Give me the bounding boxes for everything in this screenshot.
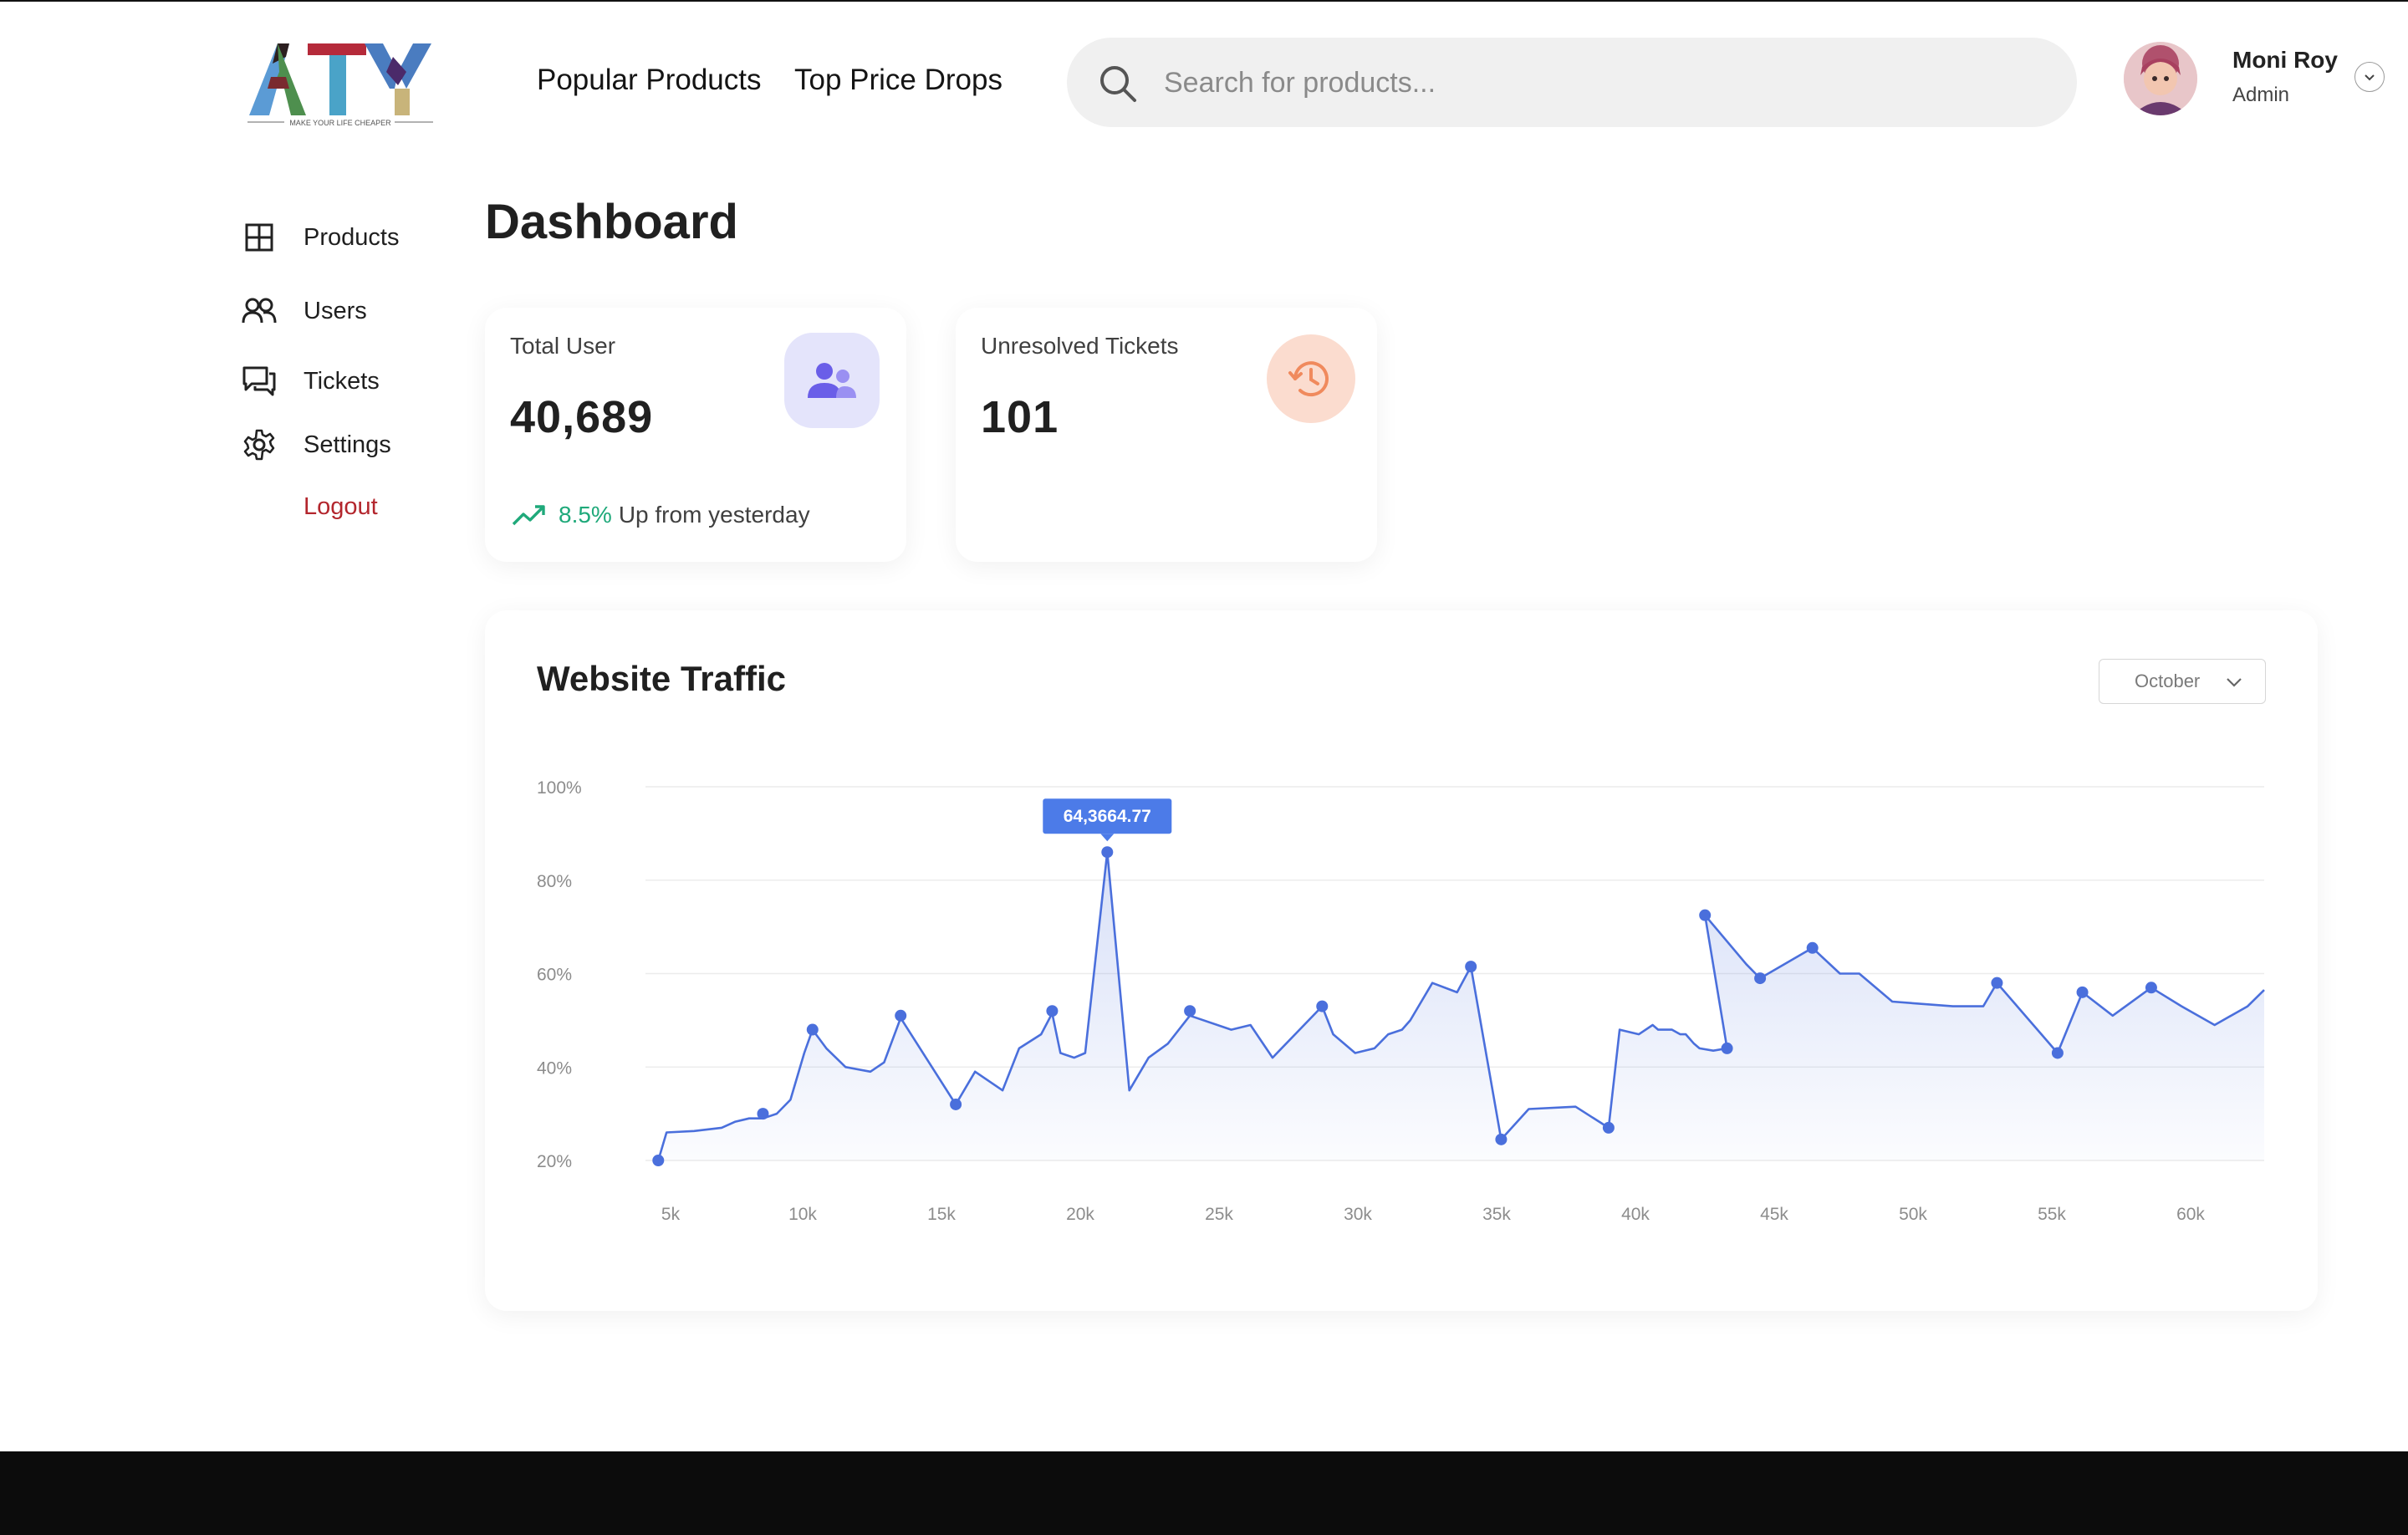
sidebar-item-label: Users [304, 297, 367, 324]
month-select-value: October [2135, 671, 2201, 691]
user-name: Moni Roy [2232, 47, 2338, 73]
data-point [1602, 1121, 1615, 1134]
data-point [950, 1098, 962, 1110]
trend-indicator: 8.5% Up from yesterday [512, 502, 810, 528]
x-tick-label: 20k [1066, 1205, 1094, 1224]
stat-value: 101 [981, 392, 1059, 442]
y-tick-label: 20% [537, 1152, 572, 1171]
aty-logo-icon: MAKE YOUR LIFE CHEAPER [247, 43, 433, 127]
x-tick-label: 5k [661, 1205, 681, 1224]
top-border [0, 0, 2408, 2]
trend-text: Up from yesterday [618, 502, 810, 528]
data-point [1991, 977, 2003, 989]
x-tick-label: 25k [1205, 1205, 1233, 1224]
x-tick-label: 45k [1760, 1205, 1788, 1224]
sidebar-item-label: Tickets [304, 367, 380, 395]
grid-icon [241, 219, 278, 256]
sidebar-item-products[interactable]: Products [241, 216, 399, 259]
traffic-chart: 20% 40% 60% 80% 100% 5k 10k 15k 20k 25k 30k 35k 40k 4… [537, 778, 2265, 1224]
month-select[interactable]: October [2099, 659, 2266, 704]
x-tick-label: 10k [788, 1205, 817, 1224]
user-menu-toggle[interactable] [2354, 62, 2385, 92]
nav-top-price-drops[interactable]: Top Price Drops [794, 64, 1002, 97]
data-point [1465, 961, 1477, 973]
sidebar-item-settings[interactable]: Settings [241, 423, 391, 467]
chevron-down-icon [2365, 74, 2375, 81]
y-tick-label: 60% [537, 966, 572, 985]
sidebar-item-users[interactable]: Users [241, 289, 367, 333]
data-point [2051, 1047, 2064, 1059]
history-badge [1267, 334, 1355, 423]
user-role: Admin [2232, 84, 2290, 106]
users-icon [808, 363, 856, 398]
x-tick-label: 55k [2038, 1205, 2066, 1224]
logo-tagline: MAKE YOUR LIFE CHEAPER [289, 119, 391, 127]
bottom-bar [0, 1451, 2408, 1535]
user-avatar-icon [2124, 42, 2197, 115]
data-point [895, 1009, 907, 1022]
stat-label: Total User [510, 333, 616, 359]
history-icon [1288, 361, 1329, 397]
x-tick-label: 15k [927, 1205, 956, 1224]
sidebar-item-label: Settings [304, 431, 391, 458]
stat-card-unresolved-tickets: Unresolved Tickets 101 [956, 308, 1377, 562]
search-bar[interactable] [1067, 38, 2077, 127]
traffic-area [658, 852, 2264, 1160]
y-tick-label: 40% [537, 1058, 572, 1078]
data-point [2076, 986, 2089, 998]
users-badge [784, 333, 880, 428]
stat-card-total-user: Total User 40,689 8.5% Up from yesterday [485, 308, 906, 562]
chart-title: Website Traffic [537, 659, 786, 698]
avatar[interactable] [2124, 42, 2197, 115]
data-point [1316, 1000, 1329, 1012]
trend-up-icon [512, 505, 545, 526]
data-point [652, 1155, 665, 1166]
sidebar-item-label: Products [304, 223, 400, 251]
chevron-down-icon [2227, 678, 2242, 687]
data-point [1806, 941, 1819, 954]
nav-popular-products[interactable]: Popular Products [537, 64, 761, 97]
y-tick-label: 80% [537, 872, 572, 891]
data-point [1754, 972, 1767, 985]
data-point [806, 1023, 819, 1036]
x-tick-label: 35k [1482, 1205, 1511, 1224]
data-point [1721, 1042, 1733, 1054]
data-point [1101, 846, 1114, 859]
x-tick-label: 60k [2176, 1205, 2205, 1224]
logout-link[interactable]: Logout [304, 493, 378, 521]
website-traffic-card: 20% 40% 60% 80% 100% 5k 10k 15k 20k 25k 30k 35k 40k 4… [485, 610, 2318, 1311]
data-point [1046, 1005, 1059, 1017]
data-point [1495, 1133, 1508, 1145]
search-input[interactable] [1162, 54, 2043, 111]
trend-percent: 8.5% [559, 502, 612, 528]
x-tick-label: 40k [1621, 1205, 1650, 1224]
data-point [1699, 909, 1712, 921]
y-tick-label: 100% [537, 778, 582, 798]
stat-label: Unresolved Tickets [981, 333, 1179, 359]
users-icon [241, 293, 278, 329]
tooltip-label: 64,3664.77 [1064, 807, 1151, 826]
x-tick-label: 30k [1344, 1205, 1372, 1224]
search-icon[interactable] [1097, 63, 1139, 105]
stat-value: 40,689 [510, 392, 654, 442]
data-point [2145, 982, 2157, 994]
x-tick-label: 50k [1899, 1205, 1927, 1224]
chat-icon [241, 363, 278, 400]
brand-logo[interactable]: MAKE YOUR LIFE CHEAPER [247, 38, 433, 132]
page-title: Dashboard [485, 195, 738, 249]
data-point [757, 1108, 769, 1120]
tooltip-pointer [1100, 834, 1115, 842]
sidebar-item-tickets[interactable]: Tickets [241, 360, 380, 403]
data-point [1184, 1005, 1196, 1017]
gear-icon [241, 426, 278, 463]
